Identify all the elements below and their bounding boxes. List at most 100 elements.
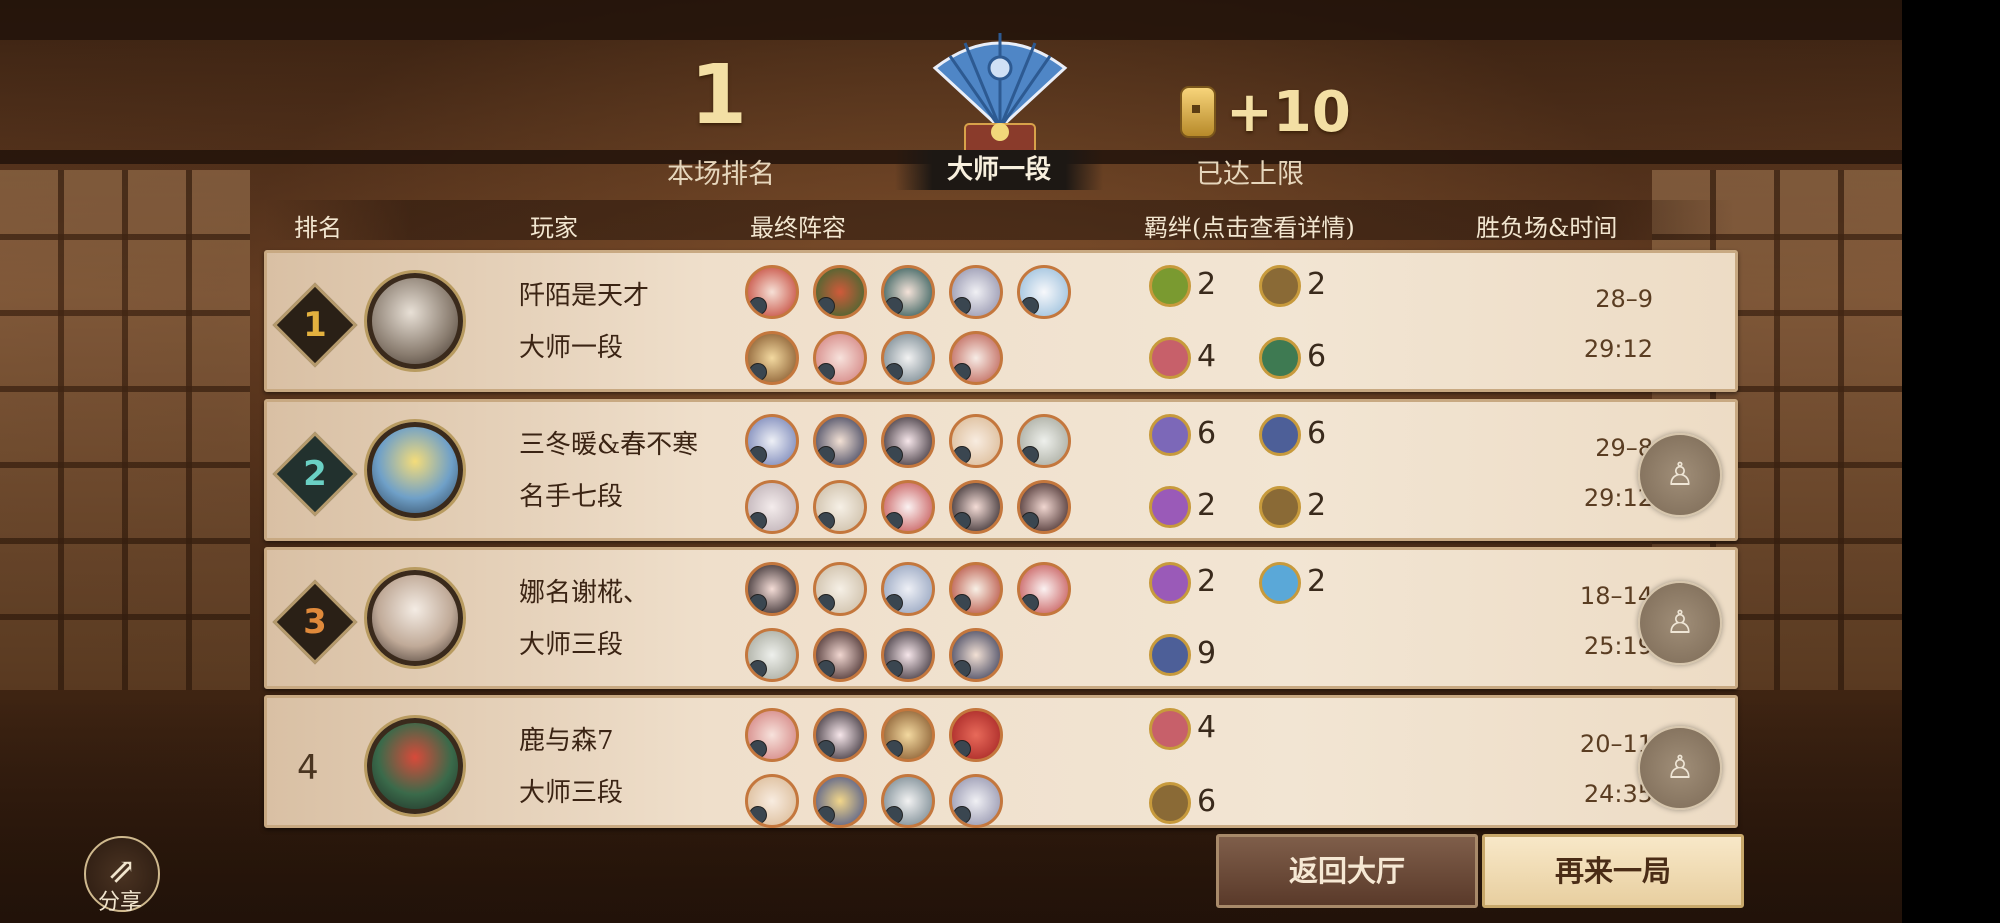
hero-portrait[interactable] xyxy=(813,708,867,762)
hero-portrait[interactable] xyxy=(1017,562,1071,616)
hero-portrait[interactable] xyxy=(881,414,935,468)
hero-portrait[interactable] xyxy=(745,562,799,616)
coin-icon xyxy=(1180,86,1216,138)
column-lineup: 最终阵容 xyxy=(750,214,846,242)
hero-portrait[interactable] xyxy=(813,331,867,385)
player-avatar[interactable] xyxy=(367,570,463,666)
hero-portrait[interactable] xyxy=(881,628,935,682)
add-friend-button[interactable]: ♙ xyxy=(1638,726,1722,810)
screen-edge-bar xyxy=(1902,0,2000,923)
hero-portrait[interactable] xyxy=(949,414,1003,468)
bond-mask-icon[interactable] xyxy=(1259,486,1301,528)
tier-fan-icon xyxy=(932,33,1068,157)
player-name: 娜名谢椛、 xyxy=(519,578,650,608)
table-row[interactable]: 2 三冬暖&春不寒 名手七段 6 6 2 2 29–8 29:12 ♙ xyxy=(264,399,1738,541)
player-tier: 大师三段 xyxy=(519,630,624,660)
bond-count: 2 xyxy=(1197,564,1217,599)
win-loss: 20–11 xyxy=(1579,730,1653,758)
hero-portrait[interactable] xyxy=(813,480,867,534)
hero-portrait[interactable] xyxy=(949,480,1003,534)
rank-number: 1 xyxy=(690,48,748,143)
hero-portrait[interactable] xyxy=(745,265,799,319)
bond-count: 9 xyxy=(1197,636,1217,671)
return-lobby-button[interactable]: 返回大厅 xyxy=(1216,834,1478,908)
bond-mask-icon[interactable] xyxy=(1149,782,1191,824)
hero-portrait[interactable] xyxy=(745,414,799,468)
bond-count: 2 xyxy=(1197,267,1217,302)
player-name: 三冬暖&春不寒 xyxy=(519,430,699,460)
hero-portrait[interactable] xyxy=(949,628,1003,682)
add-friend-button[interactable]: ♙ xyxy=(1638,433,1722,517)
win-loss: 18–14 xyxy=(1579,582,1653,610)
bond-scroll-icon[interactable] xyxy=(1149,265,1191,307)
player-avatar[interactable] xyxy=(367,422,463,518)
hero-portrait[interactable] xyxy=(949,562,1003,616)
add-friend-icon: ♙ xyxy=(1665,603,1695,641)
player-tier: 大师一段 xyxy=(519,333,624,363)
bond-count: 2 xyxy=(1307,267,1327,302)
hero-portrait[interactable] xyxy=(949,331,1003,385)
hero-portrait[interactable] xyxy=(881,480,935,534)
hero-portrait[interactable] xyxy=(813,774,867,828)
hero-portrait[interactable] xyxy=(745,480,799,534)
player-name: 阡陌是天才 xyxy=(519,281,650,311)
table-row[interactable]: 4 鹿与森7 大师三段 4 6 20–11 24:35 ♙ xyxy=(264,695,1738,828)
hero-portrait[interactable] xyxy=(745,774,799,828)
player-avatar[interactable] xyxy=(367,718,463,814)
bond-snowflake-icon[interactable] xyxy=(1259,562,1301,604)
hero-portrait[interactable] xyxy=(881,774,935,828)
reward-value: +10 xyxy=(1226,80,1351,145)
hero-portrait[interactable] xyxy=(881,562,935,616)
hero-portrait[interactable] xyxy=(813,265,867,319)
bond-count: 2 xyxy=(1307,564,1327,599)
player-avatar[interactable] xyxy=(367,273,463,369)
share-label: 分享 xyxy=(98,890,143,915)
rank-badge: 1 xyxy=(272,282,358,368)
hero-portrait[interactable] xyxy=(1017,480,1071,534)
bond-paw-icon[interactable] xyxy=(1149,337,1191,379)
hero-portrait[interactable] xyxy=(745,708,799,762)
play-again-button[interactable]: 再来一局 xyxy=(1482,834,1744,908)
bond-count: 4 xyxy=(1197,339,1217,374)
hero-portrait[interactable] xyxy=(881,331,935,385)
add-friend-button[interactable]: ♙ xyxy=(1638,581,1722,665)
column-bonds: 羁绊(点击查看详情) xyxy=(1144,214,1355,242)
rank-badge: 3 xyxy=(272,579,358,665)
match-time: 29:12 xyxy=(1583,484,1653,512)
hero-portrait[interactable] xyxy=(745,331,799,385)
hero-portrait[interactable] xyxy=(813,414,867,468)
bond-wind-icon[interactable] xyxy=(1259,337,1301,379)
player-name: 鹿与森7 xyxy=(519,726,614,756)
hero-portrait[interactable] xyxy=(813,562,867,616)
reward-label: 已达上限 xyxy=(1196,159,1304,190)
hero-portrait[interactable] xyxy=(745,628,799,682)
hero-portrait[interactable] xyxy=(813,628,867,682)
bond-lantern-icon[interactable] xyxy=(1149,414,1191,456)
hero-portrait[interactable] xyxy=(949,774,1003,828)
match-time: 24:35 xyxy=(1583,780,1653,808)
rank-label: 本场排名 xyxy=(667,159,775,190)
bond-mask-icon[interactable] xyxy=(1259,265,1301,307)
bond-count: 2 xyxy=(1307,488,1327,523)
table-row[interactable]: 1 阡陌是天才 大师一段 2 2 4 6 28–9 29:12 xyxy=(264,250,1738,392)
hero-portrait[interactable] xyxy=(1017,265,1071,319)
column-player: 玩家 xyxy=(530,214,578,242)
hero-portrait[interactable] xyxy=(1017,414,1071,468)
hero-portrait[interactable] xyxy=(949,265,1003,319)
column-record: 胜负场&时间 xyxy=(1476,214,1618,242)
win-loss: 29–8 xyxy=(1595,434,1653,462)
match-time: 25:19 xyxy=(1583,632,1653,660)
bond-flame-icon[interactable] xyxy=(1149,486,1191,528)
hero-portrait[interactable] xyxy=(881,708,935,762)
bond-swirl-icon[interactable] xyxy=(1259,414,1301,456)
shoji-wall-left xyxy=(0,170,250,690)
table-row[interactable]: 3 娜名谢椛、 大师三段 2 2 9 18–14 25:19 ♙ xyxy=(264,547,1738,689)
bond-count: 6 xyxy=(1197,784,1217,819)
hero-portrait[interactable] xyxy=(881,265,935,319)
table-header: 排名 玩家 最终阵容 羁绊(点击查看详情) 胜负场&时间 xyxy=(264,200,1734,242)
bond-paw-icon[interactable] xyxy=(1149,708,1191,750)
bond-flame-icon[interactable] xyxy=(1149,562,1191,604)
hero-portrait[interactable] xyxy=(949,708,1003,762)
bond-count: 6 xyxy=(1307,416,1327,451)
bond-swirl-icon[interactable] xyxy=(1149,634,1191,676)
